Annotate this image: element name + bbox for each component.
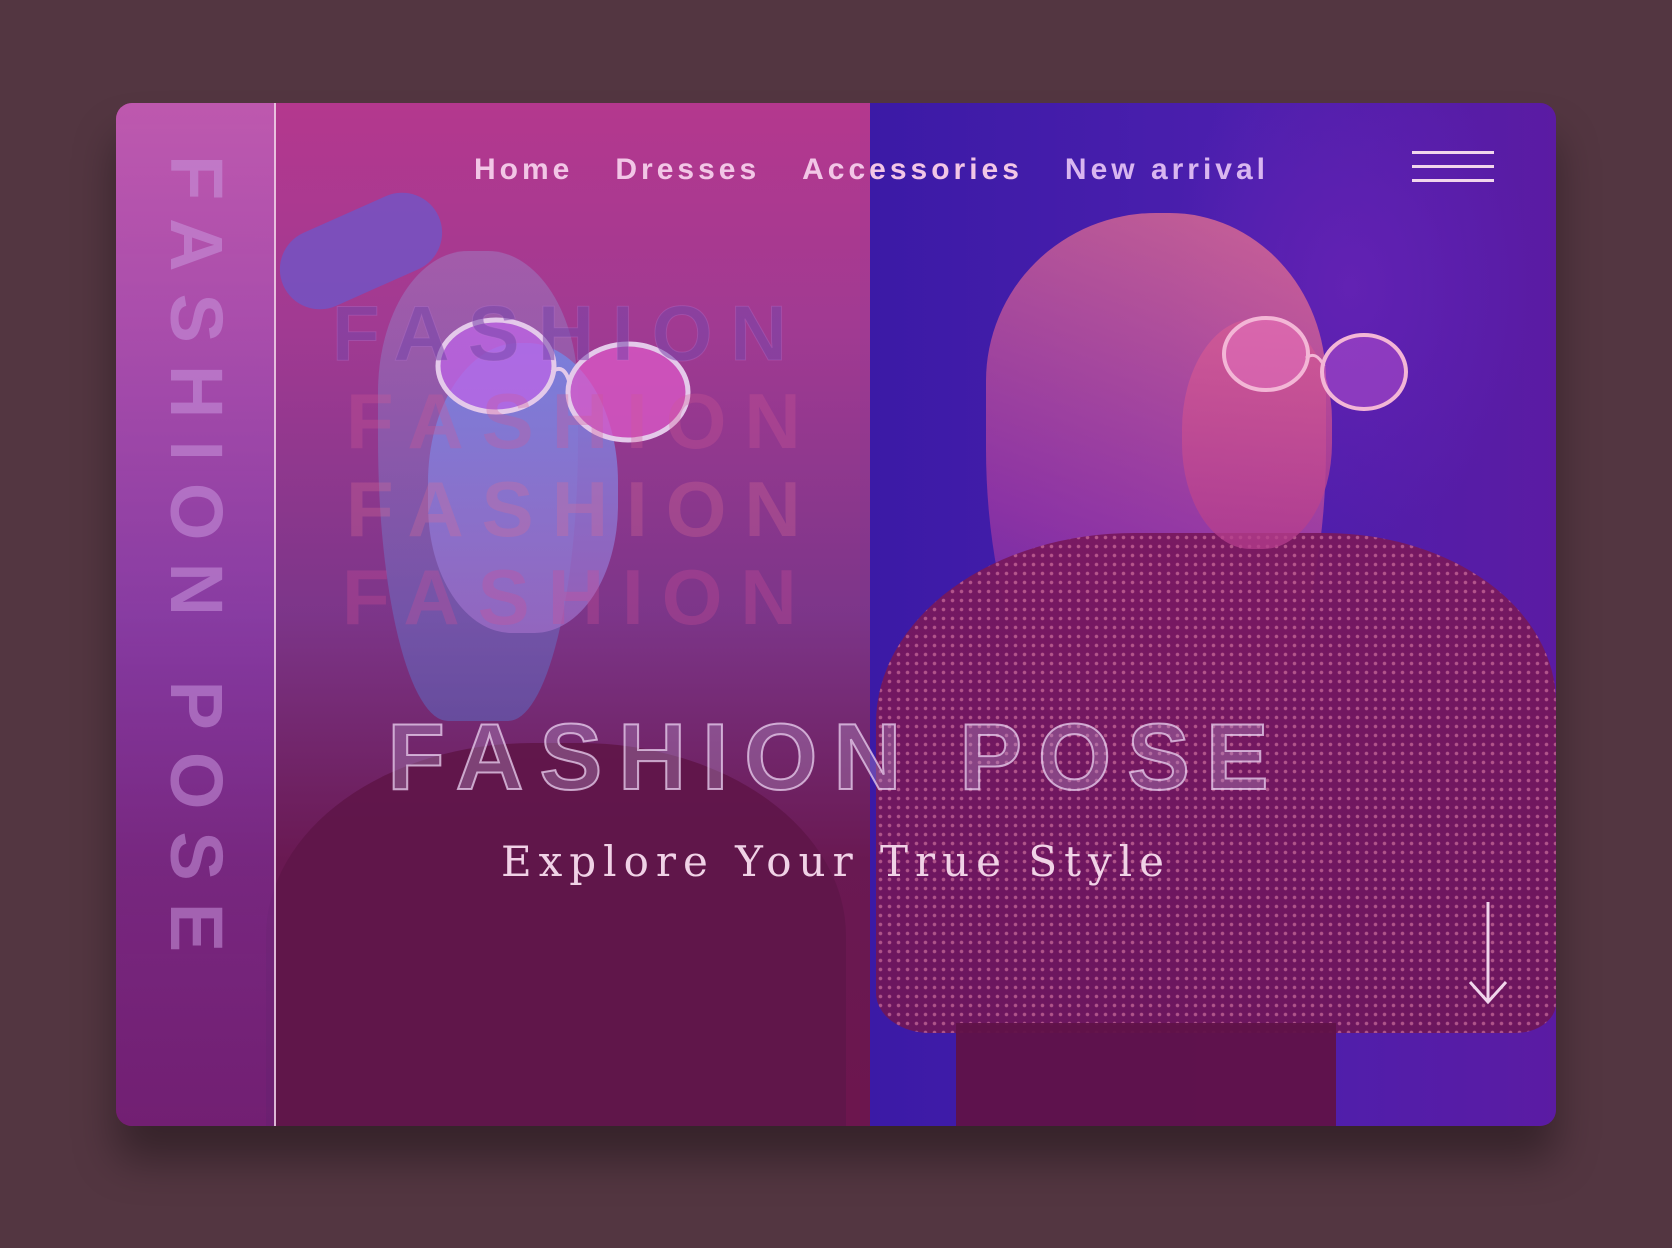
right-model-pants [956,1023,1336,1126]
nav-accessories[interactable]: Accessories [802,153,1023,187]
side-strip: FASHION POSE [116,103,276,1126]
hero-card: FASHION POSE FASHION FASHION FASHION FAS… [116,103,1556,1126]
repeated-title: FASHION [332,289,805,378]
menu-line [1412,179,1494,182]
repeated-title: FASHION [342,553,815,641]
nav-new-arrival[interactable]: New arrival [1065,153,1269,187]
hero-title: FASHION POSE [386,703,1285,810]
main-nav: Home Dresses Accessories New arrival [474,153,1269,187]
hamburger-menu-icon[interactable] [1412,151,1494,187]
nav-dresses[interactable]: Dresses [615,153,760,187]
repeated-title-stack: FASHION FASHION FASHION FASHION [332,289,819,642]
arrow-down-icon[interactable] [1466,898,1510,1008]
repeated-title: FASHION [346,465,819,553]
hero-subtitle: Explore Your True Style [500,837,1172,886]
nav-home[interactable]: Home [474,153,573,187]
menu-line [1412,151,1494,154]
menu-line [1412,165,1494,168]
repeated-title: FASHION [346,377,819,465]
right-sunglasses-image [1222,316,1408,411]
